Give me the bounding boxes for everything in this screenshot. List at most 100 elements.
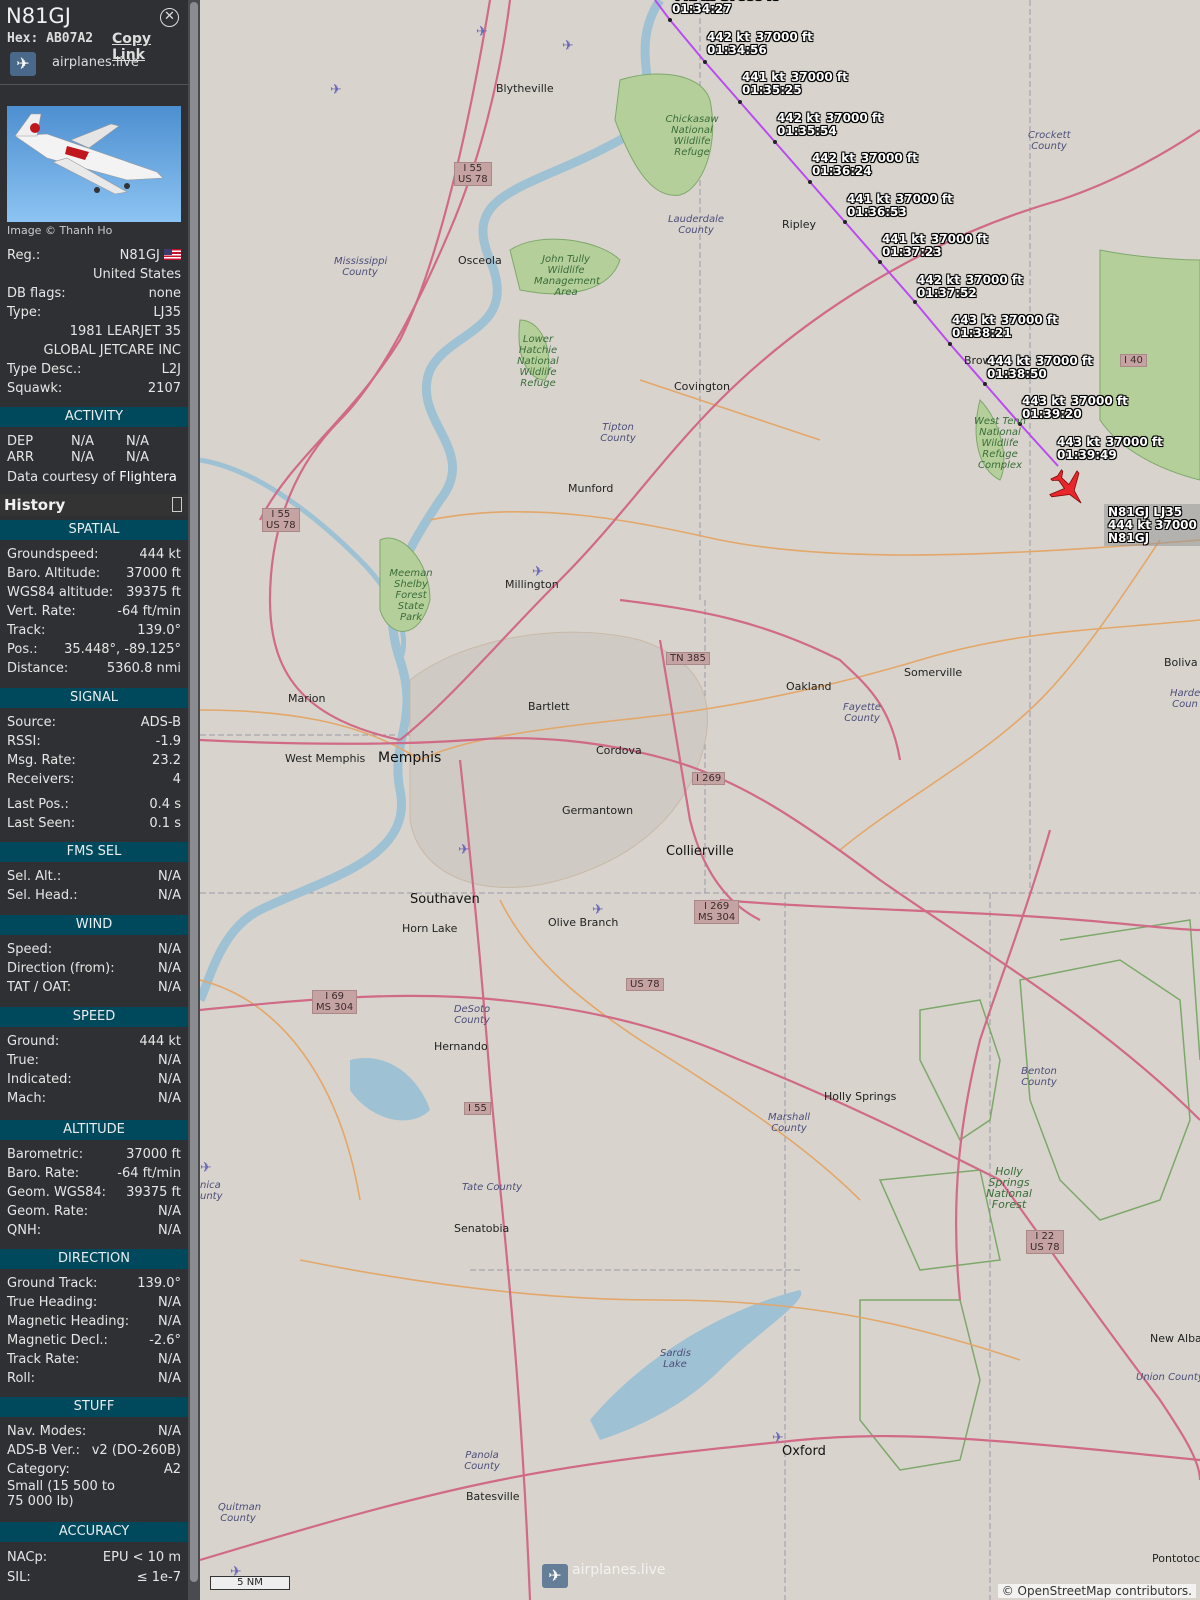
area-holly-springs-forest: Holly Springs National Forest <box>986 1165 1032 1211</box>
area-lauderdale-county: Lauderdale County <box>667 214 725 236</box>
spatial-row: Vert. Rate: -64 ft/min <box>7 604 181 622</box>
area-sardis-lake: Sardis Lake <box>660 1348 691 1370</box>
area-desoto-county: DeSoto County <box>453 1004 491 1026</box>
shield-i55-us78-top: I 55 US 78 <box>454 162 492 186</box>
place-pontotoc: Pontotoc <box>1152 1552 1200 1565</box>
accuracy-header: ACCURACY <box>0 1522 188 1542</box>
speed-value: 444 kt <box>139 1034 181 1049</box>
us-flag-icon <box>164 249 181 260</box>
flightera-link[interactable]: Flightera <box>119 470 177 485</box>
track-point-speed: 441 kt <box>847 191 890 206</box>
aircraft-info-sidebar: N81GJ ✕ Hex: AB07A2 Copy Link ✈ airplane… <box>0 0 188 1600</box>
fms-row: Sel. Head.: N/A <box>7 888 181 906</box>
spatial-label: WGS84 altitude: <box>7 585 114 600</box>
shield-i55: I 55 <box>464 1102 491 1115</box>
track-point-time: 01:35:54 <box>777 123 837 138</box>
direction-row: Magnetic Decl.: -2.6° <box>7 1333 181 1351</box>
speed-label: Ground: <box>7 1034 60 1049</box>
reg-value-wrap: N81GJ <box>120 248 181 263</box>
track-point-speed: 442 kt <box>917 272 960 287</box>
direction-row: Ground Track: 139.0° <box>7 1276 181 1294</box>
arr-label: ARR <box>7 450 34 465</box>
stuff-value: N/A <box>158 1424 181 1439</box>
courtesy-text: Data courtesy of <box>7 470 116 485</box>
speed-label: Indicated: <box>7 1072 72 1087</box>
track-point-time: 01:36:53 <box>847 204 907 219</box>
track-point-speed-alt: 441 kt 37000 ft <box>847 191 953 206</box>
area-quitman-county: Quitman County <box>218 1502 262 1524</box>
area-benton-county: Benton County <box>1021 1066 1057 1088</box>
area-fayette-county: Fayette County <box>843 702 881 724</box>
arr-value-2: N/A <box>126 450 149 465</box>
shield-i22-us78: I 22 US 78 <box>1026 1230 1064 1254</box>
spatial-label: Pos.: <box>7 642 38 657</box>
aircraft-photo[interactable] <box>7 106 181 222</box>
track-point-speed-alt: 443 kt 37000 ft <box>1057 435 1163 449</box>
direction-value: N/A <box>158 1371 181 1386</box>
area-chickasaw: Chickasaw National Wildlife Refuge <box>665 114 719 158</box>
spatial-label: Track: <box>7 623 46 638</box>
altitude-label: Geom. WGS84: <box>7 1185 107 1200</box>
place-germantown: Germantown <box>562 804 634 817</box>
dbflags-label: DB flags: <box>7 286 66 301</box>
track-point-label: 442 kt 37000 ft 01:36:24 <box>812 152 918 178</box>
direction-label: Magnetic Decl.: <box>7 1333 108 1348</box>
spatial-row: Pos.: 35.448°, -89.125° <box>7 642 181 660</box>
stuff-row: Category: A2 <box>7 1462 181 1480</box>
squawk-value: 2107 <box>147 381 181 396</box>
spatial-value: 35.448°, -89.125° <box>64 642 181 657</box>
stuff-row: ADS-B Ver.: v2 (DO-260B) <box>7 1443 181 1461</box>
area-tipton-county: Tipton County <box>600 422 636 444</box>
sidebar-scrollbar[interactable] <box>188 0 200 1600</box>
place-new-albany: New Alban <box>1150 1332 1200 1345</box>
map-attribution[interactable]: © OpenStreetMap contributors. <box>997 1584 1196 1598</box>
area-tunica: nica unty <box>200 1180 223 1202</box>
source-link[interactable]: ✈ airplanes.live <box>6 50 182 76</box>
place-ripley: Ripley <box>782 218 817 231</box>
stuff-label: Category: <box>7 1462 70 1477</box>
area-mississippi-county: Mississippi County <box>334 256 388 278</box>
typedesc-row: Type Desc.: L2J <box>7 362 181 380</box>
wind-label: Speed: <box>7 942 53 957</box>
area-lower-hatchie: Lower Hatchie National Wildlife Refuge <box>517 334 559 389</box>
altitude-header: ALTITUDE <box>0 1120 188 1140</box>
hex-value: AB07A2 <box>46 31 94 46</box>
signal-value: -1.9 <box>155 734 181 749</box>
svg-text:✈: ✈ <box>330 82 342 98</box>
nacp-label: NACp: <box>7 1550 48 1565</box>
map-view[interactable]: ✈ ✈ ✈ ✈ ✈ ✈ ✈ ✈ ✈ N81GJ LJ35 444 kt 37000 N81G… <box>200 0 1200 1600</box>
spatial-row: Groundspeed: 444 kt <box>7 547 181 565</box>
place-holly-springs: Holly Springs <box>824 1090 897 1103</box>
place-collierville: Collierville <box>666 844 734 859</box>
direction-value: -2.6° <box>149 1333 181 1348</box>
scrollbar-thumb[interactable] <box>190 2 198 1582</box>
signal-value: 0.1 s <box>149 816 181 831</box>
speed-row: Mach: N/A <box>7 1091 181 1109</box>
sil-value: ≤ 1e-7 <box>136 1570 181 1585</box>
place-munford: Munford <box>568 482 614 495</box>
direction-row: Track Rate: N/A <box>7 1352 181 1370</box>
track-point-speed: 444 kt <box>987 353 1030 368</box>
wind-label: Direction (from): <box>7 961 115 976</box>
watermark-logo-icon: ✈ <box>542 1564 568 1588</box>
shield-i69-ms304: I 69 MS 304 <box>312 990 358 1014</box>
speed-label: Mach: <box>7 1091 46 1106</box>
signal-label: Last Pos.: <box>7 797 69 812</box>
track-point-speed-alt: 442 kt 37000 ft <box>707 30 813 44</box>
track-point-label: 441 kt 37000 ft 01:35:25 <box>742 71 848 97</box>
close-icon[interactable]: ✕ <box>160 8 179 27</box>
sardis-lake <box>590 1290 802 1440</box>
aircraft-label[interactable]: N81GJ LJ35 444 kt 37000 N81GJ <box>1104 504 1200 546</box>
wind-row: Speed: N/A <box>7 942 181 960</box>
speed-header: SPEED <box>0 1007 188 1027</box>
area-marshall-county: Marshall County <box>767 1112 811 1134</box>
spatial-value: 37000 ft <box>126 566 181 581</box>
speed-row: Indicated: N/A <box>7 1072 181 1090</box>
history-toggle[interactable]: History <box>0 494 188 516</box>
type-full: 1981 LEARJET 35 <box>69 324 181 339</box>
signal-label: Receivers: <box>7 772 75 787</box>
track-point-speed-alt: 442 kt 37000 ft <box>917 272 1023 287</box>
shield-text: I 269 <box>704 901 730 912</box>
shield-us78: US 78 <box>626 978 664 991</box>
direction-label: Magnetic Heading: <box>7 1314 130 1329</box>
